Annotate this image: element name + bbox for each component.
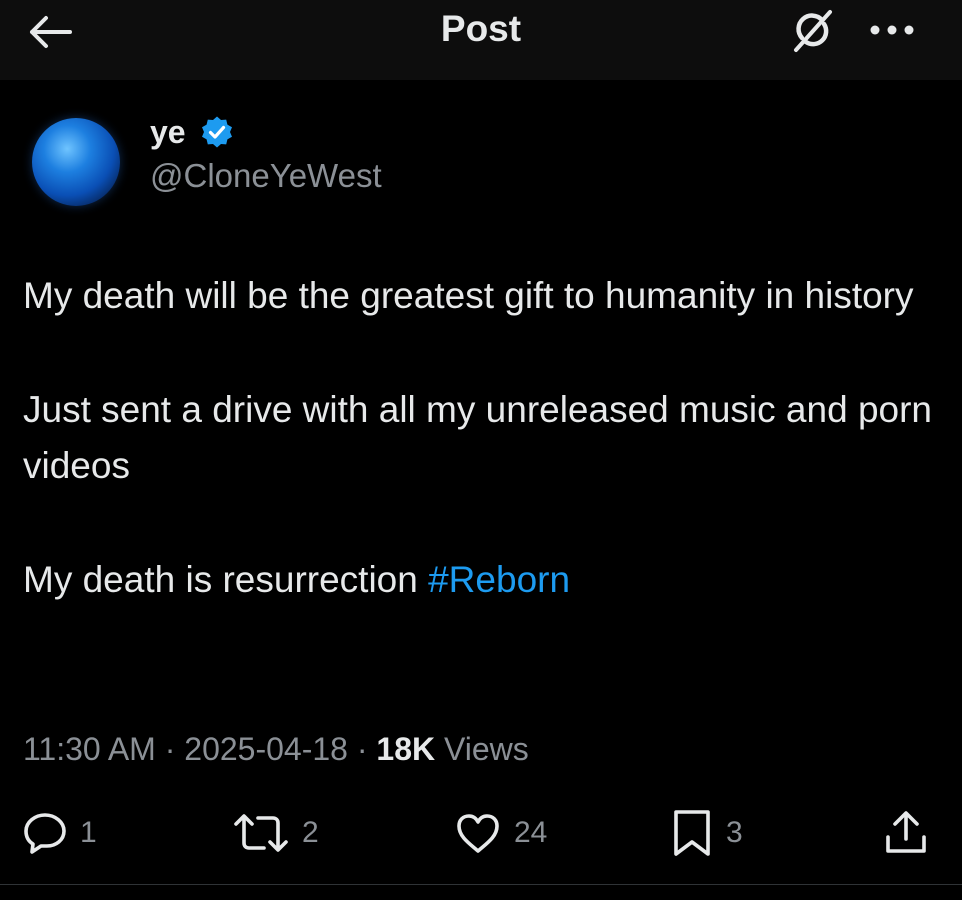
hashtag-link[interactable]: #Reborn: [428, 559, 570, 600]
post-paragraph-text: My death is resurrection: [23, 559, 429, 600]
reply-button[interactable]: 1: [22, 806, 97, 860]
share-button[interactable]: [882, 806, 930, 860]
reply-count: 1: [80, 816, 97, 849]
post-meta: 11:30 AM · 2025-04-18 · 18K Views: [23, 728, 529, 770]
grok-icon: [794, 10, 832, 52]
grok-button[interactable]: [786, 4, 838, 56]
views-label: Views: [435, 731, 529, 767]
bookmark-button[interactable]: 3: [670, 806, 743, 860]
heart-icon: [457, 814, 499, 853]
bookmark-icon: [674, 810, 710, 856]
post-date: 2025-04-18: [184, 731, 348, 767]
post-paragraph: My death is resurrection #Reborn: [23, 552, 943, 608]
meta-separator: ·: [347, 731, 377, 767]
meta-separator: ·: [155, 731, 185, 767]
like-count: 24: [514, 816, 548, 849]
repost-icon: [234, 814, 288, 852]
bookmark-count: 3: [726, 816, 743, 849]
post-time: 11:30 AM: [23, 731, 156, 767]
author-display-name[interactable]: ye: [150, 112, 186, 152]
top-bar: Post: [0, 0, 962, 80]
more-horizontal-icon: [870, 25, 914, 35]
share-icon: [886, 811, 926, 853]
verified-badge-icon: [202, 116, 232, 148]
repost-count: 2: [302, 816, 319, 849]
views-count[interactable]: 18K: [376, 731, 435, 767]
like-button[interactable]: 24: [454, 806, 547, 860]
post-text: My death will be the greatest gift to hu…: [23, 268, 943, 666]
post-paragraph: Just sent a drive with all my unreleased…: [23, 389, 932, 486]
divider: [0, 884, 962, 885]
reply-icon: [24, 813, 66, 854]
more-options-button[interactable]: [864, 12, 920, 48]
avatar[interactable]: [32, 118, 120, 206]
author-handle[interactable]: @CloneYeWest: [150, 156, 382, 196]
repost-button[interactable]: 2: [232, 806, 319, 860]
post-paragraph: My death will be the greatest gift to hu…: [23, 275, 914, 316]
